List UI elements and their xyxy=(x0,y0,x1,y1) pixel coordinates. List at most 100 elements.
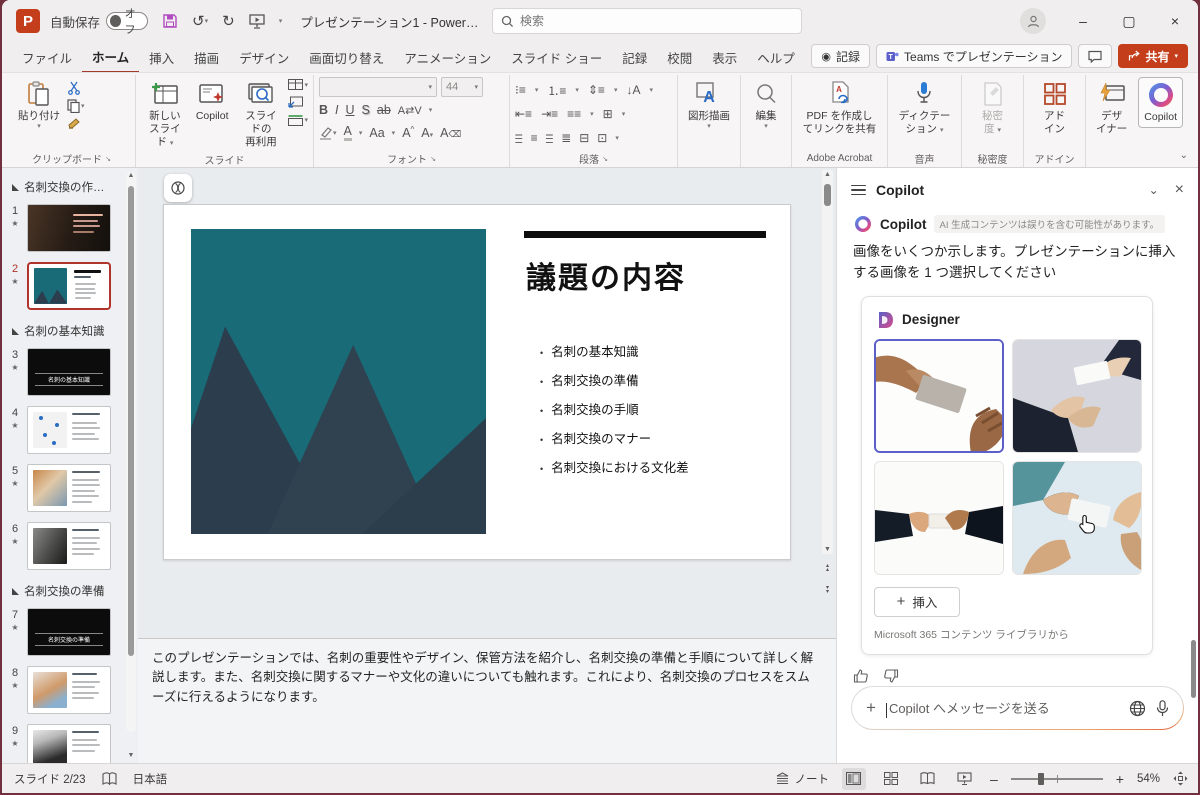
search-input[interactable] xyxy=(520,14,760,28)
slide-7-thumb[interactable]: 名刺交換の準備 xyxy=(27,608,111,656)
zoom-slider[interactable] xyxy=(1011,778,1103,780)
highlight-dropdown-icon[interactable]: ▾ xyxy=(333,129,337,137)
copilot-menu-icon[interactable] xyxy=(851,185,866,196)
slide-counter[interactable]: スライド 2/23 xyxy=(14,771,86,787)
paragraph-dialog-launcher-icon[interactable]: ↘ xyxy=(602,155,608,163)
font-name-combo[interactable]: ▾ xyxy=(319,77,437,97)
section-collapse-icon[interactable] xyxy=(12,184,19,191)
align-left-button[interactable]: Ⲷ xyxy=(515,130,523,147)
section-dropdown-icon[interactable]: ▾ xyxy=(304,116,308,124)
font-dialog-launcher-icon[interactable]: ↘ xyxy=(430,155,436,163)
tab-view[interactable]: 表示 xyxy=(702,43,747,72)
editing-button[interactable]: 編集 ▾ xyxy=(746,77,786,135)
designer-button[interactable]: デザ イナー xyxy=(1091,77,1132,139)
notes-pane[interactable]: このプレゼンテーションでは、名刺の重要性やデザイン、保管方法を紹介し、名刺交換の… xyxy=(138,638,836,763)
smartart-button[interactable]: ⊡ xyxy=(597,131,607,145)
section-header-1[interactable]: 名刺交換の作… xyxy=(2,172,138,200)
underline-button[interactable]: U xyxy=(346,103,355,117)
designer-image-4[interactable] xyxy=(1012,461,1142,575)
start-slideshow-button[interactable] xyxy=(249,14,265,29)
canvas-scrollbar[interactable]: ▲ ▼ xyxy=(822,170,833,554)
autosave-control[interactable]: 自動保存 オフ xyxy=(50,12,148,31)
spellcheck-icon[interactable] xyxy=(102,772,117,785)
slide-5-thumb[interactable] xyxy=(27,464,111,512)
italic-button[interactable]: I xyxy=(335,103,338,117)
distribute-button[interactable]: ⊟ xyxy=(579,131,589,145)
align-right-button[interactable]: Ⲷ xyxy=(546,130,554,147)
close-button[interactable]: × xyxy=(1152,0,1198,42)
slide-thumbnail-4[interactable]: 4★ xyxy=(2,402,138,460)
increase-indent-button[interactable]: ⇥≡ xyxy=(541,107,558,121)
bullets-button[interactable]: ⁝≡ xyxy=(515,83,526,97)
copilot-pane-toggle-button[interactable]: Copilot xyxy=(1138,77,1183,128)
slide-layout-button[interactable]: ▾ xyxy=(288,79,308,90)
layout-dropdown-icon[interactable]: ▾ xyxy=(304,81,308,89)
smartart-dropdown-icon[interactable]: ▾ xyxy=(615,134,619,142)
thumbs-up-icon[interactable] xyxy=(853,668,869,684)
slide-canvas[interactable]: 議題の内容 •名刺の基本知識 •名刺交換の準備 •名刺交換の手順 •名刺交換のマ… xyxy=(163,204,791,560)
save-icon[interactable] xyxy=(162,13,178,29)
microphone-input-icon[interactable] xyxy=(1156,700,1169,717)
zoom-out-button[interactable]: – xyxy=(990,771,998,787)
web-globe-icon[interactable] xyxy=(1129,700,1146,717)
maximize-button[interactable]: ▢ xyxy=(1106,0,1152,42)
slide-8-thumb[interactable] xyxy=(27,666,111,714)
columns-button[interactable]: ≡≡ xyxy=(567,107,581,121)
section-header-2[interactable]: 名刺の基本知識 xyxy=(2,316,138,344)
columns-dropdown-icon[interactable]: ▾ xyxy=(590,110,594,118)
tab-file[interactable]: ファイル xyxy=(12,43,82,72)
account-avatar[interactable] xyxy=(1020,8,1046,34)
search-box[interactable] xyxy=(492,8,802,34)
sidebar-scroll-up-icon[interactable]: ▲ xyxy=(126,172,136,179)
reuse-slides-button[interactable]: スライドの 再利用 xyxy=(236,77,287,152)
designer-image-1-selected[interactable] xyxy=(874,339,1004,453)
undo-dropdown-icon[interactable]: ▾ xyxy=(205,17,209,25)
new-slide-button[interactable]: 新しい スライド ▾ xyxy=(141,77,189,152)
slideshow-view-button[interactable] xyxy=(953,768,977,790)
slide-title[interactable]: 議題の内容 xyxy=(526,253,686,297)
powerpoint-logo[interactable]: P xyxy=(16,9,40,33)
numbering-dropdown-icon[interactable]: ▾ xyxy=(575,86,579,94)
notes-toggle[interactable]: ノート xyxy=(775,771,829,787)
notes-text[interactable]: このプレゼンテーションでは、名刺の重要性やデザイン、保管方法を紹介し、名刺交換の… xyxy=(152,649,822,707)
shapes-button[interactable]: A 図形描画 ▾ xyxy=(683,77,735,135)
align-text-dropdown-icon[interactable]: ▾ xyxy=(622,110,626,118)
canvas-scroll-down-icon[interactable]: ▼ xyxy=(822,546,833,553)
autosave-toggle[interactable]: オフ xyxy=(106,12,148,30)
slide-4-thumb[interactable] xyxy=(27,406,111,454)
tab-animations[interactable]: アニメーション xyxy=(394,43,501,72)
copilot-collapse-icon[interactable]: ⌄ xyxy=(1149,183,1159,197)
canvas-scrollbar-thumb[interactable] xyxy=(824,184,831,206)
tab-slideshow[interactable]: スライド ショー xyxy=(501,43,612,72)
bullets-dropdown-icon[interactable]: ▾ xyxy=(535,86,539,94)
minimize-button[interactable]: – xyxy=(1060,0,1106,42)
slide-6-thumb[interactable] xyxy=(27,522,111,570)
present-in-teams-button[interactable]: T Teams でプレゼンテーション xyxy=(876,44,1072,68)
tab-review[interactable]: 校閲 xyxy=(657,43,702,72)
clear-formatting-button[interactable]: A⌫ xyxy=(440,126,461,140)
sensitivity-button[interactable]: 秘密 度 ▾ xyxy=(973,77,1013,139)
section-collapse-icon[interactable] xyxy=(12,328,19,335)
slide-thumbnail-6[interactable]: 6★ xyxy=(2,518,138,576)
canvas-scroll-up-icon[interactable]: ▲ xyxy=(822,171,833,178)
collapse-ribbon-icon[interactable]: ⌄ xyxy=(1180,150,1188,161)
grow-font-button[interactable]: A^ xyxy=(402,125,414,140)
font-color-button[interactable]: A xyxy=(344,125,352,141)
slide-thumbnail-8[interactable]: 8★ xyxy=(2,662,138,720)
charspacing-dropdown-icon[interactable]: ▾ xyxy=(429,106,433,114)
zoom-slider-thumb[interactable] xyxy=(1038,773,1044,785)
clipboard-dialog-launcher-icon[interactable]: ↘ xyxy=(105,155,111,163)
section-collapse-icon[interactable] xyxy=(12,588,19,595)
slide-thumbnail-1[interactable]: 1★ xyxy=(2,200,138,258)
undo-button[interactable]: ↺▾ xyxy=(192,12,208,30)
slide-thumbnail-5[interactable]: 5★ xyxy=(2,460,138,518)
dictate-button[interactable]: ディクテー ション ▾ xyxy=(894,77,956,139)
reading-view-button[interactable] xyxy=(916,768,940,790)
copilot-close-icon[interactable]: × xyxy=(1175,181,1184,199)
language-indicator[interactable]: 日本語 xyxy=(133,771,168,787)
normal-view-button[interactable] xyxy=(842,768,866,790)
font-color-dropdown-icon[interactable]: ▾ xyxy=(359,129,363,137)
tab-record[interactable]: 記録 xyxy=(612,43,657,72)
designer-image-2[interactable] xyxy=(1012,339,1142,453)
create-pdf-button[interactable]: A PDF を作成し てリンクを共有 xyxy=(798,77,882,139)
